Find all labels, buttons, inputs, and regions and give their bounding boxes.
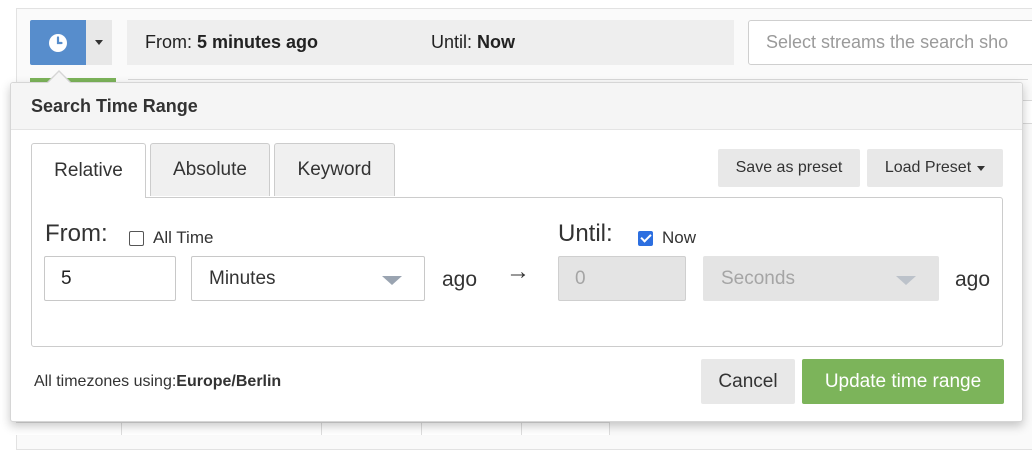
search-time-range-popover: Search Time Range Relative Absolute Keyw… bbox=[10, 82, 1023, 422]
update-time-range-button[interactable]: Update time range bbox=[802, 359, 1004, 404]
from-amount-input[interactable]: 5 bbox=[44, 256, 176, 301]
timezone-note: All timezones using:Europe/Berlin bbox=[34, 373, 281, 391]
until-unit-value: Seconds bbox=[721, 267, 795, 289]
timezone-value: Europe/Berlin bbox=[176, 373, 282, 390]
popover-arrow-fill bbox=[48, 72, 70, 83]
tab-absolute[interactable]: Absolute bbox=[150, 143, 270, 196]
summary-until: Until: Now bbox=[431, 32, 516, 52]
stream-select-input[interactable]: Select streams the search sho bbox=[748, 20, 1032, 65]
load-preset-button[interactable]: Load Preset bbox=[867, 149, 1003, 187]
chevron-down-icon bbox=[382, 276, 402, 285]
all-time-checkbox[interactable]: All Time bbox=[129, 228, 213, 248]
arrow-right-icon: → bbox=[506, 258, 530, 285]
now-checkbox[interactable]: Now bbox=[638, 228, 696, 248]
tab-keyword[interactable]: Keyword bbox=[274, 143, 395, 196]
from-ago-label: ago bbox=[442, 268, 478, 291]
from-unit-value: Minutes bbox=[209, 267, 276, 289]
popover-title: Search Time Range bbox=[11, 83, 1022, 130]
timezone-prefix: All timezones using: bbox=[34, 373, 177, 390]
until-ago-label: ago bbox=[955, 268, 991, 291]
divider bbox=[128, 79, 1028, 80]
from-label: From: bbox=[45, 220, 108, 247]
load-preset-label: Load Preset bbox=[884, 159, 972, 176]
now-label: Now bbox=[662, 228, 697, 247]
time-range-dropdown-button[interactable] bbox=[86, 20, 112, 65]
tab-relative[interactable]: Relative bbox=[31, 143, 146, 198]
now-checkbox-box[interactable] bbox=[638, 230, 653, 246]
from-unit-select[interactable]: Minutes bbox=[191, 256, 425, 301]
relative-tab-panel: From: All Time 5 Minutes ago → Until: No… bbox=[31, 197, 1003, 347]
until-label: Until: bbox=[558, 220, 613, 247]
cancel-button[interactable]: Cancel bbox=[701, 359, 795, 404]
time-range-summary[interactable]: From: 5 minutes ago Until: Now bbox=[127, 20, 734, 65]
all-time-label: All Time bbox=[153, 228, 214, 247]
time-range-toggle[interactable] bbox=[30, 20, 112, 65]
until-unit-select[interactable]: Seconds bbox=[703, 256, 939, 301]
until-amount-input[interactable]: 0 bbox=[558, 256, 686, 301]
clock-icon bbox=[49, 33, 67, 52]
summary-from: From: 5 minutes ago bbox=[145, 32, 319, 52]
time-range-tabs: Relative Absolute Keyword bbox=[31, 143, 399, 198]
all-time-checkbox-box[interactable] bbox=[129, 230, 144, 246]
chevron-down-icon bbox=[896, 276, 916, 285]
background-tab-strip bbox=[16, 422, 610, 435]
divider bbox=[1022, 100, 1032, 124]
save-as-preset-button[interactable]: Save as preset bbox=[718, 149, 860, 187]
chevron-down-icon bbox=[977, 165, 986, 171]
time-range-clock-button[interactable] bbox=[30, 20, 86, 65]
chevron-down-icon bbox=[95, 40, 103, 45]
